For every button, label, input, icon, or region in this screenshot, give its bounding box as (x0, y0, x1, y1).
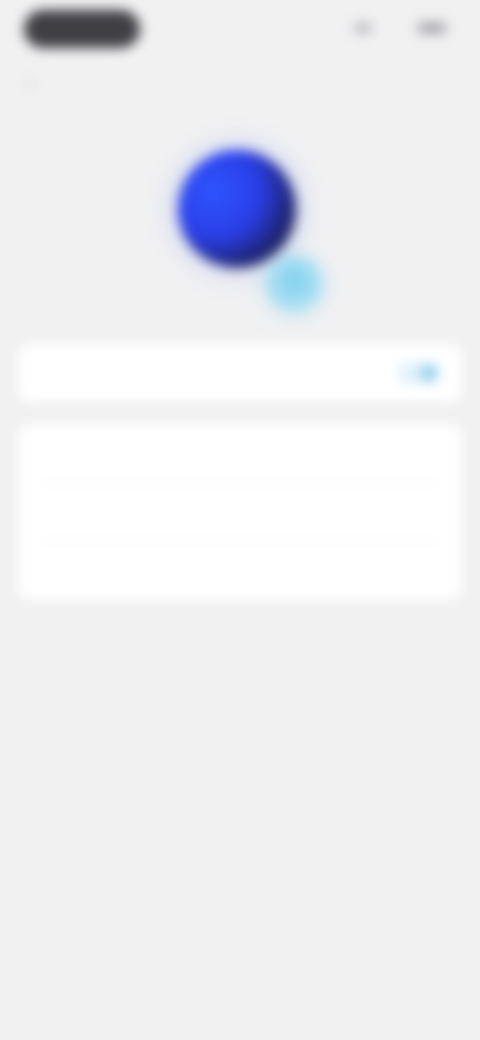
info-row-3[interactable] (18, 542, 462, 600)
avatar-badge-icon[interactable] (266, 256, 322, 312)
toggle-switch[interactable] (398, 362, 440, 384)
blurred-content-layer: ‹ (0, 0, 480, 1040)
battery-icon (418, 22, 446, 34)
toggle-row-value-group (384, 362, 440, 384)
status-pill (24, 10, 140, 48)
status-indicators (354, 19, 446, 37)
profile-screen: ‹ (0, 0, 480, 1040)
page-title (170, 70, 310, 100)
info-row-2[interactable] (18, 483, 462, 541)
signal-icon (354, 23, 372, 33)
toggle-row[interactable] (18, 344, 462, 402)
back-icon[interactable]: ‹ (26, 71, 44, 95)
info-card (18, 424, 462, 600)
info-row-1[interactable] (18, 424, 462, 482)
settings-card-top (18, 344, 462, 402)
avatar[interactable] (178, 150, 296, 268)
